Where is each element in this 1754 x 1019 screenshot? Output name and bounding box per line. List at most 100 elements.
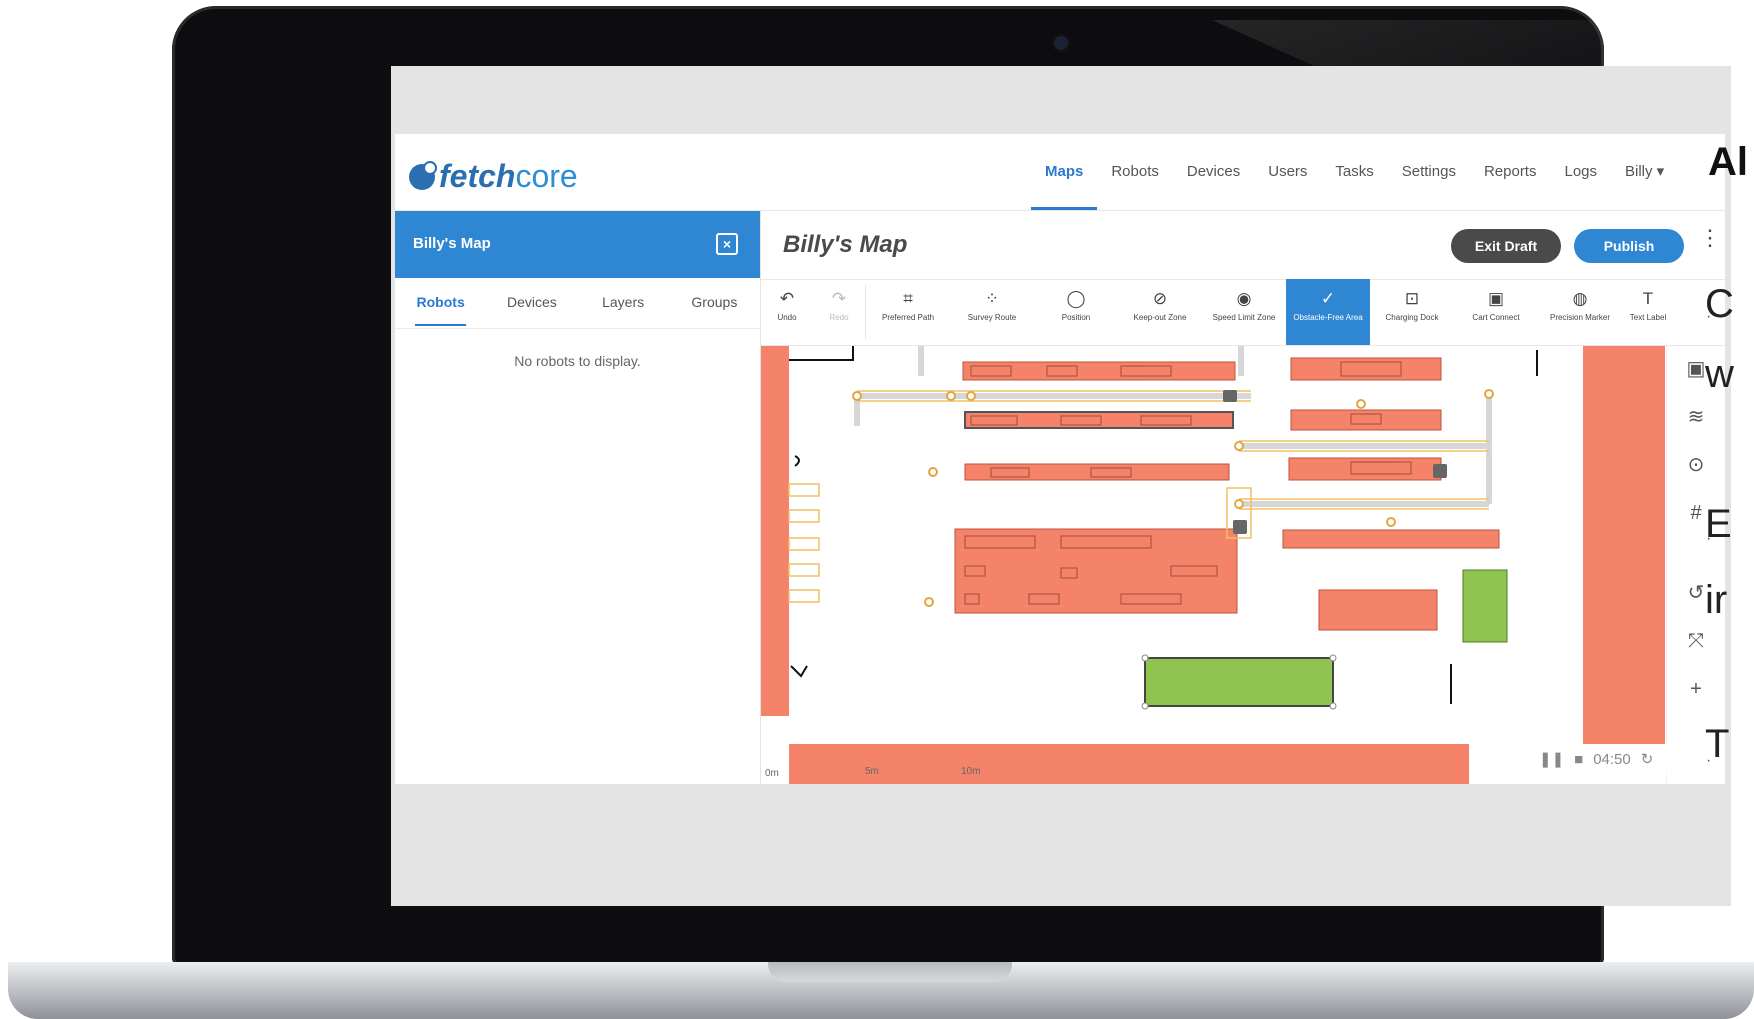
tool-label: Position xyxy=(1061,313,1091,322)
tool-label: Preferred Path xyxy=(881,313,935,322)
nav-maps[interactable]: Maps xyxy=(1031,134,1098,210)
undo-button[interactable]: ↶ Undo xyxy=(761,279,813,345)
tool-label: Text Label xyxy=(1629,313,1667,322)
more-options-icon[interactable]: ⋮ xyxy=(1699,227,1721,249)
map-title: Billy's Map xyxy=(783,231,908,258)
survey-icon: ⁘ xyxy=(984,289,1000,308)
map-editor: Billy's Map Exit Draft Publish ⋮ ↶ Undo … xyxy=(761,211,1725,784)
redo-button[interactable]: ↷ Redo xyxy=(813,279,865,345)
cart-marker-icon[interactable] xyxy=(1223,390,1237,402)
tool-label: Redo xyxy=(829,313,849,322)
refresh-icon[interactable]: ↻ xyxy=(1641,750,1654,768)
tool-label: Undo xyxy=(777,313,797,322)
text-icon: T xyxy=(1642,289,1654,308)
position-icon: ◯ xyxy=(1066,289,1086,308)
empty-robots-message: No robots to display. xyxy=(514,353,641,369)
sidebar-title: Billy's Map xyxy=(413,235,491,252)
check-circle-icon: ✓ xyxy=(1320,289,1336,308)
laptop-notch xyxy=(768,962,1012,982)
obstacle-free-area-tool[interactable]: ✓ Obstacle-Free Area xyxy=(1286,279,1370,345)
wifi-icon[interactable]: ≋ xyxy=(1681,402,1711,432)
fetchcore-logo[interactable]: fetch core xyxy=(409,158,578,195)
keepout-zone[interactable] xyxy=(1290,409,1442,431)
fit-screen-icon[interactable]: ⤧ xyxy=(1681,626,1711,656)
tool-label: Precision Marker xyxy=(1549,313,1610,322)
dock-icon: ⊡ xyxy=(1404,289,1420,308)
dock-marker-icon[interactable] xyxy=(1233,520,1247,534)
survey-route-tool[interactable]: ⁘ Survey Route xyxy=(950,279,1034,345)
tab-layers[interactable]: Layers xyxy=(578,278,669,328)
scale-label-5: 5m xyxy=(865,766,879,777)
map-header: Billy's Map Exit Draft Publish ⋮ xyxy=(761,211,1725,280)
keepout-zone-right[interactable] xyxy=(1583,346,1665,744)
speed-limit-zone-tool[interactable]: ◉ Speed Limit Zone xyxy=(1202,279,1286,345)
keepout-zone[interactable] xyxy=(1282,529,1500,549)
close-icon[interactable]: × xyxy=(716,233,738,255)
nav-logs[interactable]: Logs xyxy=(1550,134,1611,210)
tab-devices[interactable]: Devices xyxy=(486,278,577,328)
redo-icon: ↷ xyxy=(831,289,847,308)
text-label-tool[interactable]: T Text Label xyxy=(1622,279,1674,345)
scan-walls xyxy=(789,346,1538,704)
keepout-zone[interactable] xyxy=(1290,357,1442,381)
speed-icon: ◉ xyxy=(1236,289,1252,308)
nav-robots[interactable]: Robots xyxy=(1097,134,1173,210)
slide-bullet-1-cont: w xyxy=(1705,352,1734,396)
tab-robots[interactable]: Robots xyxy=(395,278,486,328)
keepout-zone[interactable] xyxy=(962,361,1236,381)
slide-title: Al xyxy=(1708,140,1748,184)
map-side-tools: ▣ ≋ ⊙ # ↺ ⤧ + xyxy=(1666,346,1725,784)
locate-icon[interactable]: ⊙ xyxy=(1681,450,1711,480)
preferred-path-tool[interactable]: ⌗ Preferred Path xyxy=(866,279,950,345)
keepout-zone[interactable] xyxy=(964,463,1230,481)
logo-text-fetch: fetch xyxy=(439,158,516,194)
user-menu[interactable]: Billy ▾ xyxy=(1611,134,1678,210)
slide-bullet-1: C xyxy=(1705,282,1734,326)
pause-icon[interactable]: ❚❚ xyxy=(1539,750,1564,768)
cart-connect-tool[interactable]: ▣ Cart Connect xyxy=(1454,279,1538,345)
position-tool[interactable]: ◯ Position xyxy=(1034,279,1118,345)
nav-users[interactable]: Users xyxy=(1254,134,1321,210)
keepout-zone[interactable] xyxy=(1318,589,1438,631)
camera-icon xyxy=(1054,36,1068,50)
main-nav: Maps Robots Devices Users Tasks Settings… xyxy=(1031,134,1678,210)
timer: 04:50 xyxy=(1593,750,1631,768)
slide-bullet-2: E xyxy=(1705,502,1732,546)
map-canvas[interactable]: 0m 5m 10m ▣ ≋ ⊙ # ↺ ⤧ + ❚❚ ■ 04:50 ↻ xyxy=(761,346,1725,784)
tool-label: Keep-out Zone xyxy=(1133,313,1187,322)
publish-button[interactable]: Publish xyxy=(1574,229,1684,263)
keepout-zone-tool[interactable]: ⊘ Keep-out Zone xyxy=(1118,279,1202,345)
exit-draft-button[interactable]: Exit Draft xyxy=(1451,229,1561,263)
tool-label: Cart Connect xyxy=(1472,313,1520,322)
logo-mark-icon xyxy=(409,160,437,190)
nav-settings[interactable]: Settings xyxy=(1388,134,1470,210)
zoom-in-icon[interactable]: + xyxy=(1681,674,1711,704)
obstacle-free-area-selected[interactable] xyxy=(1144,657,1334,707)
dock-marker-icon[interactable] xyxy=(1433,464,1447,478)
tool-label: Charging Dock xyxy=(1385,313,1439,322)
keepout-zone[interactable] xyxy=(954,528,1238,614)
obstacle-free-area[interactable] xyxy=(1462,569,1508,643)
path-icon: ⌗ xyxy=(903,289,913,308)
laptop-lid: fetch core Maps Robots Devices Users Tas… xyxy=(172,6,1754,966)
playback-controls: ❚❚ ■ 04:50 ↻ xyxy=(1531,744,1679,774)
precision-marker-tool[interactable]: ◍ Precision Marker xyxy=(1538,279,1622,345)
keepout-zone[interactable] xyxy=(1288,457,1442,481)
sidebar: Billy's Map × Robots Devices Layers Grou… xyxy=(395,211,761,784)
nav-tasks[interactable]: Tasks xyxy=(1321,134,1387,210)
undo-icon: ↶ xyxy=(779,289,795,308)
nav-devices[interactable]: Devices xyxy=(1173,134,1254,210)
charging-dock-tool[interactable]: ⊡ Charging Dock xyxy=(1370,279,1454,345)
keepout-zone[interactable] xyxy=(964,411,1234,429)
map-svg[interactable]: 0m 5m 10m xyxy=(761,346,1725,784)
sidebar-header: Billy's Map × xyxy=(395,211,760,278)
nav-reports[interactable]: Reports xyxy=(1470,134,1551,210)
stop-icon[interactable]: ■ xyxy=(1574,751,1583,768)
tab-groups[interactable]: Groups xyxy=(669,278,760,328)
tool-label: Speed Limit Zone xyxy=(1212,313,1276,322)
cart-icon: ▣ xyxy=(1487,289,1505,308)
laptop-screen: fetch core Maps Robots Devices Users Tas… xyxy=(391,66,1731,906)
keepout-zone-left-wall[interactable] xyxy=(761,346,789,716)
tool-label: Survey Route xyxy=(967,313,1017,322)
keepout-zone-bottom[interactable] xyxy=(789,744,1469,784)
